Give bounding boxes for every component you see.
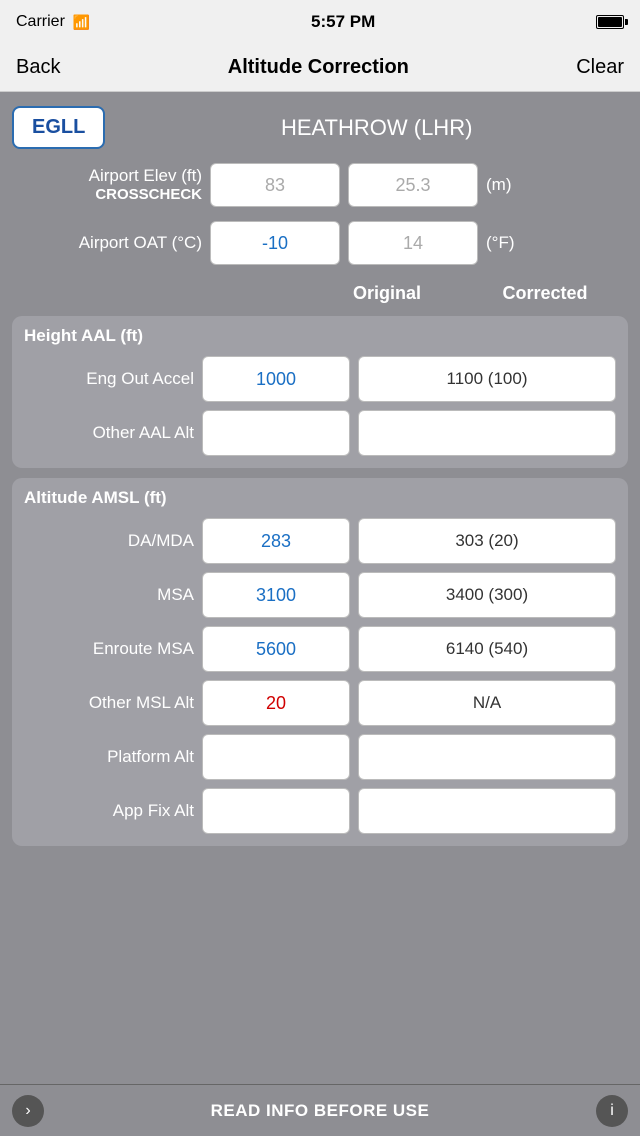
battery-icon [596,15,624,29]
app-fix-alt-label: App Fix Alt [24,801,194,821]
airport-elev-ft-field[interactable]: 83 [210,163,340,207]
back-button[interactable]: Back [16,56,60,79]
platform-alt-corrected: ​ [358,734,616,780]
eng-out-accel-original[interactable]: 1000 [202,356,350,402]
wifi-icon: 📶 [73,14,90,31]
nav-bar: Back Altitude Correction Clear [0,44,640,92]
airport-oat-label: Airport OAT (°C) [12,233,202,253]
airport-oat-f-field[interactable]: 14 [348,221,478,265]
msa-row: MSA 3100 3400 (300) [24,572,616,618]
oat-unit-f: (°F) [486,233,526,253]
page-title: Altitude Correction [228,56,409,79]
airport-elev-m-field[interactable]: 25.3 [348,163,478,207]
altitude-amsl-section: Altitude AMSL (ft) DA/MDA 283 303 (20) M… [12,478,628,846]
app-fix-alt-corrected: ​ [358,788,616,834]
height-aal-title: Height AAL (ft) [24,326,616,346]
msa-corrected: 3400 (300) [358,572,616,618]
app-fix-alt-row: App Fix Alt ​ ​ [24,788,616,834]
other-msl-alt-corrected: N/A [358,680,616,726]
carrier-label: Carrier [16,13,65,31]
da-mda-corrected: 303 (20) [358,518,616,564]
bottom-bar-text: READ INFO BEFORE USE [211,1101,430,1121]
elev-unit-m: (m) [486,175,526,195]
airport-oat-c-field[interactable]: -10 [210,221,340,265]
other-aal-alt-corrected [358,410,616,456]
clear-button[interactable]: Clear [576,56,624,79]
other-msl-alt-row: Other MSL Alt 20 N/A [24,680,616,726]
app-fix-alt-original[interactable]: ​ [202,788,350,834]
da-mda-original[interactable]: 283 [202,518,350,564]
enroute-msa-label: Enroute MSA [24,639,194,659]
airport-code-button[interactable]: EGLL [12,106,105,149]
airport-oat-row: Airport OAT (°C) -10 14 (°F) [12,221,628,265]
bottom-right-icon[interactable]: i [596,1095,628,1127]
other-aal-alt-row: Other AAL Alt [24,410,616,456]
msa-original[interactable]: 3100 [202,572,350,618]
enroute-msa-row: Enroute MSA 5600 6140 (540) [24,626,616,672]
msa-label: MSA [24,585,194,605]
enroute-msa-corrected: 6140 (540) [358,626,616,672]
platform-alt-original[interactable]: ​ [202,734,350,780]
column-headers: Original Corrected [12,283,628,304]
eng-out-accel-label: Eng Out Accel [24,369,194,389]
height-aal-section: Height AAL (ft) Eng Out Accel 1000 1100 … [12,316,628,468]
enroute-msa-original[interactable]: 5600 [202,626,350,672]
other-msl-alt-label: Other MSL Alt [24,693,194,713]
other-aal-alt-label: Other AAL Alt [24,423,194,443]
altitude-amsl-title: Altitude AMSL (ft) [24,488,616,508]
eng-out-accel-corrected: 1100 (100) [358,356,616,402]
platform-alt-label: Platform Alt [24,747,194,767]
da-mda-row: DA/MDA 283 303 (20) [24,518,616,564]
status-bar: Carrier 📶 5:57 PM [0,0,640,44]
other-msl-alt-original[interactable]: 20 [202,680,350,726]
main-content: EGLL HEATHROW (LHR) Airport Elev (ft) CR… [0,92,640,1084]
bottom-left-icon[interactable]: › [12,1095,44,1127]
airport-elev-row: Airport Elev (ft) CROSSCHECK 83 25.3 (m) [12,163,628,207]
platform-alt-row: Platform Alt ​ ​ [24,734,616,780]
original-col-header: Original [312,283,462,304]
corrected-col-header: Corrected [470,283,620,304]
da-mda-label: DA/MDA [24,531,194,551]
status-time: 5:57 PM [311,12,375,32]
eng-out-accel-row: Eng Out Accel 1000 1100 (100) [24,356,616,402]
airport-elev-label: Airport Elev (ft) CROSSCHECK [12,166,202,204]
airport-name: HEATHROW (LHR) [125,115,628,141]
bottom-bar: › READ INFO BEFORE USE i [0,1084,640,1136]
other-aal-alt-original[interactable] [202,410,350,456]
airport-row: EGLL HEATHROW (LHR) [12,106,628,149]
